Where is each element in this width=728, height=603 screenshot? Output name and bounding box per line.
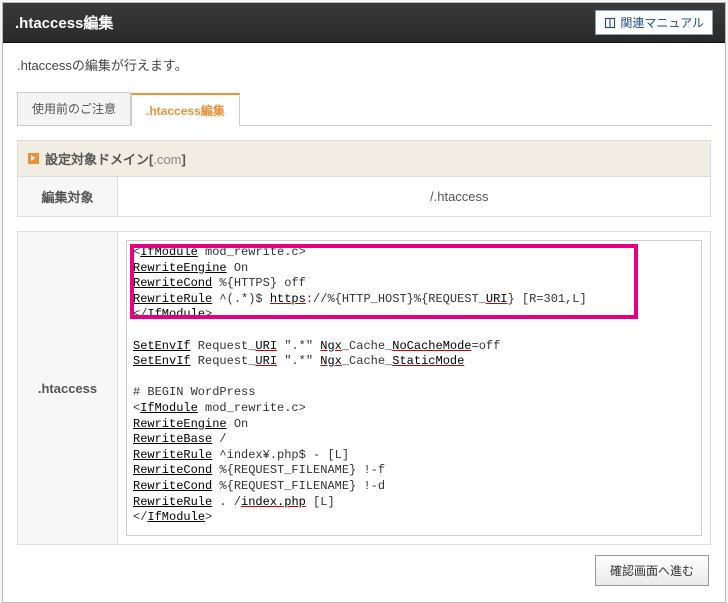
htaccess-textarea[interactable]: <IfModule mod_rewrite.c> RewriteEngine O… — [126, 240, 702, 536]
target-label: 編集対象 — [18, 177, 118, 217]
tab-bar: 使用前のご注意 .htaccess編集 — [17, 92, 711, 126]
related-manual-label: 関連マニュアル — [620, 14, 704, 31]
content-area: .htaccessの編集が行えます。 使用前のご注意 .htaccess編集 設… — [3, 43, 725, 602]
book-icon — [604, 17, 616, 29]
target-table: 編集対象 /.htaccess — [17, 176, 711, 217]
target-path-cell: /.htaccess — [118, 177, 711, 217]
confirm-button[interactable]: 確認画面へ進む — [595, 555, 709, 586]
editor-table: .htaccess <IfModule mod_rewrite.c> Rewri… — [17, 231, 711, 545]
related-manual-button[interactable]: 関連マニュアル — [595, 10, 713, 35]
section-heading: 設定対象ドメイン[.com] — [17, 140, 711, 176]
editor-cell: <IfModule mod_rewrite.c> RewriteEngine O… — [118, 232, 711, 545]
page-description: .htaccessの編集が行えます。 — [17, 55, 711, 74]
tab-precautions[interactable]: 使用前のご注意 — [17, 92, 131, 125]
page-container: .htaccess編集 関連マニュアル .htaccessの編集が行えます。 使… — [2, 2, 726, 603]
heading-suffix: ] — [182, 152, 186, 167]
footer-actions: 確認画面へ進む — [17, 545, 711, 586]
tab-htaccess-edit[interactable]: .htaccess編集 — [131, 93, 240, 126]
table-row: .htaccess <IfModule mod_rewrite.c> Rewri… — [18, 232, 711, 545]
heading-domain: .com — [153, 152, 181, 167]
table-row: 編集対象 /.htaccess — [18, 177, 711, 217]
page-title: .htaccess編集 — [15, 12, 113, 33]
page-header: .htaccess編集 関連マニュアル — [3, 3, 725, 43]
target-path-suffix: /.htaccess — [430, 189, 489, 204]
editor-label: .htaccess — [18, 232, 118, 545]
heading-prefix: 設定対象ドメイン[ — [45, 152, 153, 167]
section-arrow-icon — [28, 153, 39, 164]
